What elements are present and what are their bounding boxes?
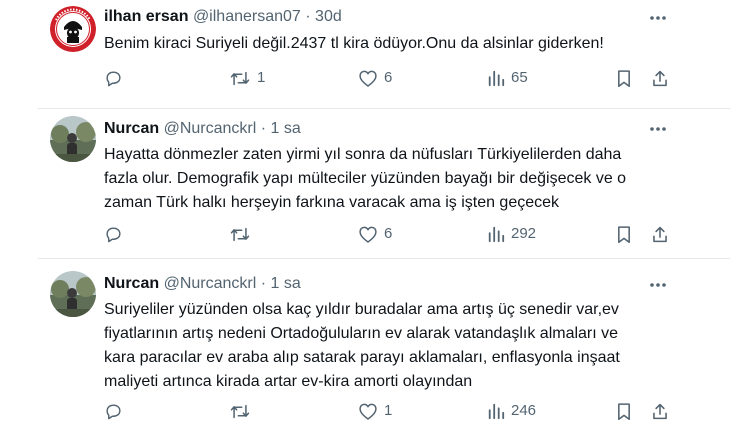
bookmark-icon bbox=[618, 69, 630, 87]
avatar[interactable] bbox=[50, 271, 96, 317]
retweet-count: 1 bbox=[257, 69, 266, 86]
tweet-header: ilhan ersan @ilhanersan07 · 30d bbox=[104, 7, 342, 27]
like-button[interactable]: 6 bbox=[358, 68, 392, 88]
avatar[interactable] bbox=[50, 6, 96, 52]
more-options-icon bbox=[650, 16, 666, 20]
reply-icon bbox=[106, 226, 121, 242]
more-options-button[interactable] bbox=[648, 8, 668, 28]
timestamp[interactable]: 1 sa bbox=[271, 275, 301, 292]
reply-icon bbox=[106, 70, 121, 86]
tweet-header: Nurcan @Nurcanckrl · 1 sa bbox=[104, 274, 301, 294]
views-button[interactable]: 292 bbox=[487, 224, 536, 244]
photo-avatar-icon bbox=[50, 116, 96, 162]
logo-avatar-icon bbox=[50, 6, 96, 52]
bookmark-button[interactable] bbox=[616, 68, 632, 88]
bookmark-button[interactable] bbox=[616, 401, 632, 421]
author-handle[interactable]: @ilhanersan07 bbox=[193, 8, 301, 25]
share-icon bbox=[653, 226, 667, 242]
tweet-text-line: maliyeti artınca kirada artar ev-kira am… bbox=[104, 373, 473, 390]
tweet[interactable]: Nurcan @Nurcanckrl · 1 sa Hayatta dönmez… bbox=[0, 109, 730, 259]
share-icon bbox=[653, 403, 667, 419]
author-handle[interactable]: @Nurcanckrl bbox=[164, 120, 257, 137]
more-options-icon bbox=[650, 127, 666, 131]
more-options-icon bbox=[650, 283, 666, 287]
reply-button[interactable] bbox=[104, 224, 129, 244]
tweet[interactable]: ilhan ersan @ilhanersan07 · 30d Benim ki… bbox=[0, 0, 730, 110]
heart-icon bbox=[359, 226, 377, 243]
tweet-text-line: fazla olur. Demografik yapı mülteciler y… bbox=[104, 170, 627, 187]
avatar[interactable] bbox=[50, 116, 96, 162]
tweet-text: Suriyeliler yüzünden olsa kaç yıldır bur… bbox=[104, 298, 704, 394]
like-button[interactable]: 1 bbox=[358, 401, 392, 421]
reply-button[interactable] bbox=[104, 68, 129, 88]
tweet-actions: 1 6 65 bbox=[100, 68, 680, 88]
tweet-text-line: Benim kiraci Suriyeli değil.2437 tl kira… bbox=[104, 35, 604, 52]
retweet-button[interactable] bbox=[229, 224, 257, 244]
views-button[interactable]: 246 bbox=[487, 401, 536, 421]
tweet-text-line: Suriyeliler yüzünden olsa kaç yıldır bur… bbox=[104, 301, 619, 318]
retweet-icon bbox=[230, 404, 250, 418]
share-button[interactable] bbox=[651, 224, 669, 244]
tweet-actions: 1 246 bbox=[100, 401, 680, 421]
more-options-button[interactable] bbox=[648, 119, 668, 139]
views-count: 292 bbox=[511, 225, 537, 242]
views-button[interactable]: 65 bbox=[487, 68, 528, 88]
author-name[interactable]: Nurcan bbox=[104, 275, 159, 292]
like-count: 6 bbox=[384, 225, 393, 242]
bookmark-button[interactable] bbox=[616, 224, 632, 244]
share-button[interactable] bbox=[651, 401, 669, 421]
author-name[interactable]: ilhan ersan bbox=[104, 8, 188, 25]
tweet-text-line: Hayatta dönmezler zaten yirmi yıl sonra … bbox=[104, 146, 622, 163]
reply-icon bbox=[106, 403, 121, 419]
tweet-header: Nurcan @Nurcanckrl · 1 sa bbox=[104, 119, 301, 139]
retweet-button[interactable] bbox=[229, 401, 257, 421]
retweet-icon bbox=[230, 71, 250, 85]
tweet-text-line: kara paracılar ev araba alıp satarak par… bbox=[104, 349, 620, 366]
bookmark-icon bbox=[618, 402, 630, 420]
tweet-text: Hayatta dönmezler zaten yirmi yıl sonra … bbox=[104, 143, 704, 215]
photo-avatar-icon bbox=[50, 271, 96, 317]
views-icon bbox=[488, 70, 505, 87]
reply-button[interactable] bbox=[104, 401, 129, 421]
timestamp[interactable]: 30d bbox=[315, 8, 342, 25]
timestamp[interactable]: 1 sa bbox=[271, 120, 301, 137]
like-count: 6 bbox=[384, 69, 393, 86]
tweet-text: Benim kiraci Suriyeli değil.2437 tl kira… bbox=[104, 32, 704, 56]
like-count: 1 bbox=[384, 402, 393, 419]
separator-dot: · bbox=[260, 120, 267, 137]
separator-dot: · bbox=[305, 8, 311, 25]
author-handle[interactable]: @Nurcanckrl bbox=[164, 275, 257, 292]
views-icon bbox=[488, 226, 505, 243]
views-icon bbox=[488, 403, 505, 420]
heart-icon bbox=[359, 70, 377, 87]
views-count: 65 bbox=[511, 69, 528, 86]
like-button[interactable]: 6 bbox=[358, 224, 392, 244]
retweet-icon bbox=[230, 227, 250, 241]
tweet-text-line: zaman Türk halkı herşeyin farkına varaca… bbox=[104, 194, 560, 211]
share-button[interactable] bbox=[651, 68, 669, 88]
separator-dot: · bbox=[260, 275, 267, 292]
share-icon bbox=[653, 70, 667, 86]
bookmark-icon bbox=[618, 225, 630, 243]
author-name[interactable]: Nurcan bbox=[104, 120, 159, 137]
retweet-button[interactable]: 1 bbox=[229, 68, 265, 88]
heart-icon bbox=[359, 403, 377, 420]
tweet[interactable]: Nurcan @Nurcanckrl · 1 sa Suriyeliler yü… bbox=[0, 259, 730, 420]
tweet-actions: 6 292 bbox=[100, 224, 680, 244]
more-options-button[interactable] bbox=[648, 275, 668, 295]
views-count: 246 bbox=[511, 402, 537, 419]
tweet-text-line: fiyatlarının artış nedeni Ortadoğuluları… bbox=[104, 325, 619, 342]
